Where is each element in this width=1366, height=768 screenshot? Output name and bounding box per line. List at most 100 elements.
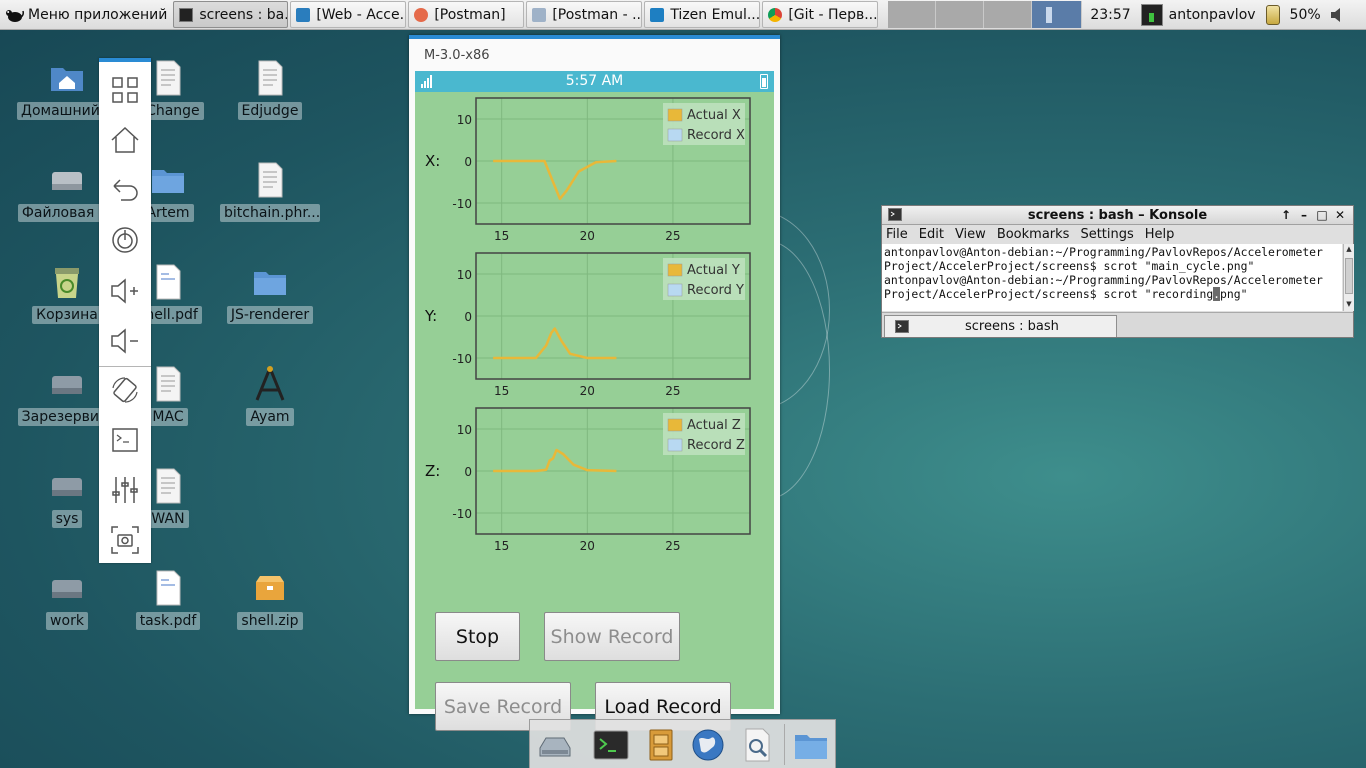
folder-icon (152, 170, 184, 193)
konsole-tab-label: screens : bash (965, 319, 1059, 334)
task-postman[interactable]: [Postman] (408, 1, 525, 28)
battery-icon[interactable] (1265, 4, 1280, 25)
user-menu[interactable]: antonpavlov (1169, 7, 1256, 23)
volume-down-icon[interactable] (109, 324, 141, 356)
xfce-mouse-icon (6, 9, 24, 22)
desktop-icon-shell-zip[interactable]: shell.zip (220, 568, 320, 634)
settings-sliders-icon[interactable] (109, 474, 141, 506)
volume-icon[interactable] (1329, 6, 1345, 24)
desktop-icon-edjudge[interactable]: Edjudge (220, 58, 320, 124)
globe-icon[interactable] (689, 726, 727, 764)
folder-icon (254, 272, 286, 295)
legend-swatch (667, 283, 683, 297)
chart-y: Y: 10 0 -10 15 20 25 Actual Y Record Y (415, 252, 774, 404)
menu-file[interactable]: File (886, 227, 908, 242)
y-tick-label: 0 (464, 465, 472, 479)
search-files-icon[interactable] (738, 726, 776, 764)
x-tick-label: 20 (580, 384, 595, 398)
legend-label: Record Y (687, 283, 744, 298)
terminal-icon (179, 7, 194, 22)
task-label: [Git - Перв... (788, 6, 878, 23)
maximize-button[interactable]: □ (1314, 207, 1330, 223)
desktop-icon-task-pdf[interactable]: task.pdf (118, 568, 218, 634)
task-file-manager[interactable]: [Postman - ... (526, 1, 643, 28)
legend-swatch (667, 263, 683, 277)
workspace-1[interactable] (888, 1, 937, 28)
keep-above-button[interactable]: ↑ (1278, 207, 1294, 223)
menu-edit[interactable]: Edit (919, 227, 944, 242)
drive-icon (52, 478, 82, 496)
task-label: Tizen Emul... (670, 6, 761, 23)
konsole-titlebar[interactable]: screens : bash – Konsole ↑ – □ ✕ (882, 206, 1353, 225)
screenshot-icon[interactable] (109, 524, 141, 556)
home-icon[interactable] (109, 124, 141, 156)
task-konsole[interactable]: screens : ba... (173, 1, 289, 28)
status-time: 5:57 AM (565, 73, 624, 89)
terminal-icon[interactable] (592, 726, 630, 764)
ide-icon (296, 7, 311, 22)
x-tick-label: 20 (580, 229, 595, 243)
document-icon (156, 366, 181, 402)
minimize-button[interactable]: – (1296, 207, 1312, 223)
apps-grid-icon[interactable] (109, 74, 141, 106)
desktop-icon-label: bitchain.phr... (220, 204, 320, 222)
volume-up-icon[interactable] (109, 274, 141, 306)
konsole-tabbar: screens : bash (882, 312, 1353, 337)
menu-settings[interactable]: Settings (1080, 227, 1133, 242)
postman-icon (414, 7, 429, 22)
task-chrome[interactable]: [Git - Перв... (762, 1, 879, 28)
x-tick-label: 15 (494, 229, 509, 243)
legend-swatch (667, 438, 683, 452)
drive-icon (52, 580, 82, 598)
dock-separator (784, 724, 785, 765)
desktop-icon-work[interactable]: work (17, 568, 117, 634)
desktop-icon-bitchain[interactable]: bitchain.phr... (220, 160, 320, 226)
applications-menu-button[interactable]: Меню приложений (0, 0, 171, 30)
legend-swatch (667, 418, 683, 432)
terminal-scrollbar[interactable]: ▲ ▼ (1343, 244, 1354, 311)
drive-icon[interactable] (536, 726, 574, 764)
desktop-icon-label: shell.zip (237, 612, 303, 630)
back-icon[interactable] (109, 174, 141, 206)
menu-bookmarks[interactable]: Bookmarks (997, 227, 1070, 242)
workspace-2[interactable] (936, 1, 985, 28)
rotate-icon[interactable] (109, 374, 141, 406)
desktop-icon-label: task.pdf (135, 612, 201, 630)
emulator-control-bar (99, 58, 151, 563)
workspace-3[interactable] (984, 1, 1033, 28)
tray-terminal-icon[interactable] (1140, 3, 1163, 26)
desktop-icon-js-renderer[interactable]: JS-renderer (220, 262, 320, 328)
x-tick-label: 25 (665, 539, 680, 553)
chart-z: Z: 10 0 -10 15 20 25 Actual Z Record Z (415, 407, 774, 559)
konsole-tab[interactable]: screens : bash (884, 315, 1117, 337)
scroll-up-arrow-icon[interactable]: ▲ (1345, 245, 1353, 255)
stop-button[interactable]: Stop (435, 612, 520, 661)
folder-icon (532, 7, 547, 22)
desktop-icon-ayam[interactable]: Ayam (220, 364, 320, 430)
task-tizen-emulator[interactable]: Tizen Emul... (644, 1, 761, 28)
task-label: [Postman] (434, 6, 506, 23)
y-tick-label: 10 (457, 113, 472, 127)
workspace-4[interactable] (1032, 1, 1083, 28)
file-cabinet-icon[interactable] (642, 726, 680, 764)
menu-view[interactable]: View (955, 227, 986, 242)
document-icon (156, 468, 181, 504)
shell-icon[interactable] (109, 424, 141, 456)
document-icon (258, 162, 283, 198)
device-battery-icon (760, 74, 768, 89)
trash-icon (55, 268, 79, 298)
folder-icon[interactable] (792, 726, 830, 764)
close-button[interactable]: ✕ (1332, 207, 1348, 223)
clock[interactable]: 23:57 (1086, 7, 1134, 23)
task-webstorm[interactable]: [Web - Acce... (290, 1, 407, 28)
power-icon[interactable] (109, 224, 141, 256)
x-tick-label: 25 (665, 229, 680, 243)
task-label: [Postman - ... (552, 6, 643, 23)
show-record-button[interactable]: Show Record (544, 612, 680, 661)
pdf-icon (156, 570, 181, 606)
scrollbar-thumb[interactable] (1345, 258, 1353, 294)
scroll-down-arrow-icon[interactable]: ▼ (1345, 300, 1353, 310)
legend-label: Actual Y (687, 263, 740, 278)
terminal-output[interactable]: antonpavlov@Anton-debian:~/Programming/P… (882, 244, 1342, 311)
menu-help[interactable]: Help (1145, 227, 1175, 242)
